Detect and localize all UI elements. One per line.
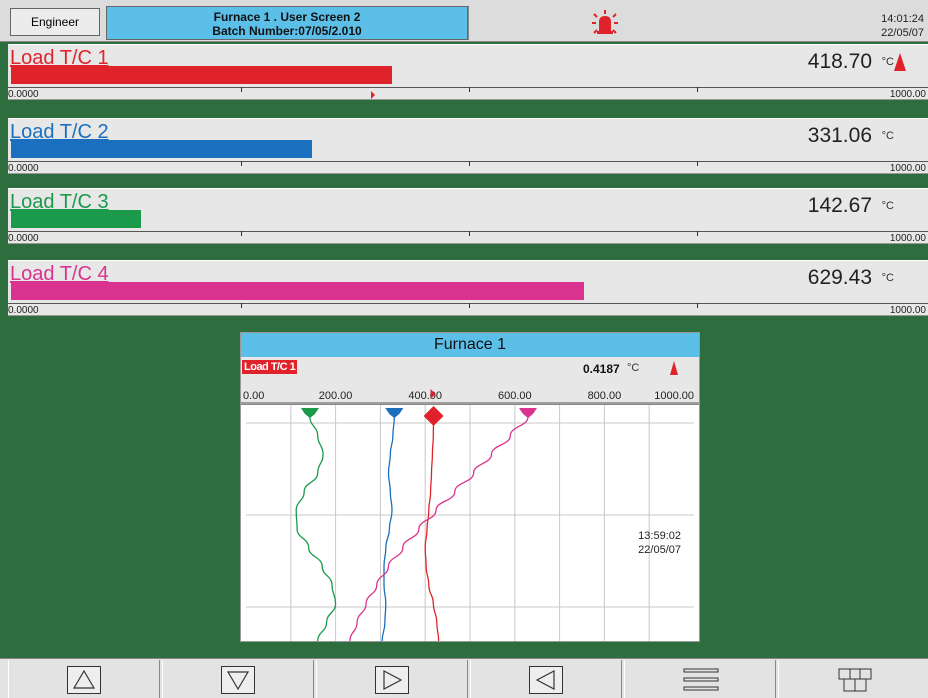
- scale-tick: [469, 161, 470, 166]
- scale-tick: [469, 87, 470, 92]
- max-marker-icon: [371, 91, 375, 99]
- chart-tick-label: 1000.00: [654, 390, 694, 402]
- triangle-right-icon: [375, 666, 409, 694]
- scale-tick: [697, 231, 698, 236]
- chart-tick-label: 600.00: [498, 390, 532, 402]
- pen-marker-icon: [518, 408, 537, 418]
- scale-tick: [241, 161, 242, 166]
- scale-max: 1000.00: [889, 305, 926, 316]
- scale-tick: [241, 231, 242, 236]
- bottom-toolbar: [0, 658, 928, 698]
- scale-max: 1000.00: [889, 163, 926, 174]
- bargraph-scale: 0.0000 1000.00: [8, 87, 928, 101]
- channel-unit: °C: [881, 272, 894, 284]
- channel-unit: °C: [881, 200, 894, 212]
- bargraph-scale: 0.0000 1000.00: [8, 231, 928, 245]
- page-up-button[interactable]: [8, 660, 160, 698]
- bargraph-panel-load-tc-3[interactable]: Load T/C 3 142.67 °C 0.0000 1000.00: [8, 188, 928, 244]
- scale-tick: [697, 303, 698, 308]
- bargraph-bar: [11, 282, 584, 300]
- channel-unit: °C: [881, 130, 894, 142]
- scale-tick: [469, 231, 470, 236]
- scale-tick: [469, 303, 470, 308]
- page-down-button[interactable]: [162, 660, 314, 698]
- bargraph-scale: 0.0000 1000.00: [8, 303, 928, 317]
- top-header: Engineer Furnace 1 . User Screen 2 Batch…: [0, 0, 928, 42]
- bargraph-panel-load-tc-4[interactable]: Load T/C 4 629.43 °C 0.0000 1000.00: [8, 260, 928, 316]
- pen-marker-icon: [385, 408, 404, 418]
- chart-tick-label: 0.00: [243, 390, 264, 402]
- trend-chart-window[interactable]: Furnace 1 Load T/C 1 0.4187 °C 0.00 200.0…: [240, 332, 700, 642]
- scale-max: 1000.00: [889, 233, 926, 244]
- bargraph-panel-load-tc-1[interactable]: Load T/C 1 418.70 °C 0.0000 1000.00: [8, 44, 928, 100]
- menu-button[interactable]: [624, 660, 776, 698]
- bargraph-bar: [11, 210, 141, 228]
- triangle-left-icon: [529, 666, 563, 694]
- menu-lines-icon: [683, 668, 719, 691]
- scale-max: 1000.00: [889, 89, 926, 100]
- scale-min: 0.0000: [8, 233, 39, 244]
- channel-unit: °C: [881, 56, 894, 68]
- alarm-bell-icon[interactable]: [591, 9, 619, 37]
- trend-plot[interactable]: 0.00 200.00 400.00 600.00 800.00 1000.00 13:59…: [241, 357, 699, 641]
- chart-timestamp-time: 13:59:02: [638, 530, 681, 542]
- user-login-button[interactable]: Engineer: [10, 8, 100, 36]
- chart-title: Furnace 1: [241, 333, 699, 357]
- scale-tick: [697, 161, 698, 166]
- page-right-button[interactable]: [316, 660, 468, 698]
- layout-button[interactable]: [778, 660, 928, 698]
- clock-date: 22/05/07: [881, 27, 924, 39]
- channel-value: 331.06: [807, 124, 872, 147]
- chart-tick-label: 400.00: [408, 390, 442, 402]
- alarm-area[interactable]: 14:01:24 22/05/07: [468, 6, 926, 40]
- scale-min: 0.0000: [8, 163, 39, 174]
- chart-tick-label: 200.00: [319, 390, 353, 402]
- alarm-indicator-icon: [894, 53, 906, 71]
- page-left-button[interactable]: [470, 660, 622, 698]
- channel-value: 142.67: [807, 194, 872, 217]
- screen-title: Furnace 1 . User Screen 2: [213, 10, 361, 24]
- grid-layout-icon: [838, 668, 872, 692]
- scale-min: 0.0000: [8, 89, 39, 100]
- bargraph-scale: 0.0000 1000.00: [8, 161, 928, 175]
- channel-value: 629.43: [807, 266, 872, 289]
- scale-tick: [241, 87, 242, 92]
- triangle-up-icon: [67, 666, 101, 694]
- pen-marker-icon: [300, 408, 319, 418]
- bargraph-bar: [11, 66, 392, 84]
- chart-timestamp-date: 22/05/07: [638, 544, 681, 556]
- scale-min: 0.0000: [8, 305, 39, 316]
- screen-title-box[interactable]: Furnace 1 . User Screen 2 Batch Number:0…: [106, 6, 468, 40]
- triangle-down-icon: [221, 666, 255, 694]
- chart-tick-label: 800.00: [588, 390, 622, 402]
- scale-tick: [697, 87, 698, 92]
- clock-time: 14:01:24: [881, 13, 924, 25]
- scale-tick: [241, 303, 242, 308]
- bargraph-bar: [11, 140, 312, 158]
- channel-value: 418.70: [807, 50, 872, 73]
- bargraph-panel-load-tc-2[interactable]: Load T/C 2 331.06 °C 0.0000 1000.00: [8, 118, 928, 174]
- batch-number: Batch Number:07/05/2.010: [212, 24, 362, 38]
